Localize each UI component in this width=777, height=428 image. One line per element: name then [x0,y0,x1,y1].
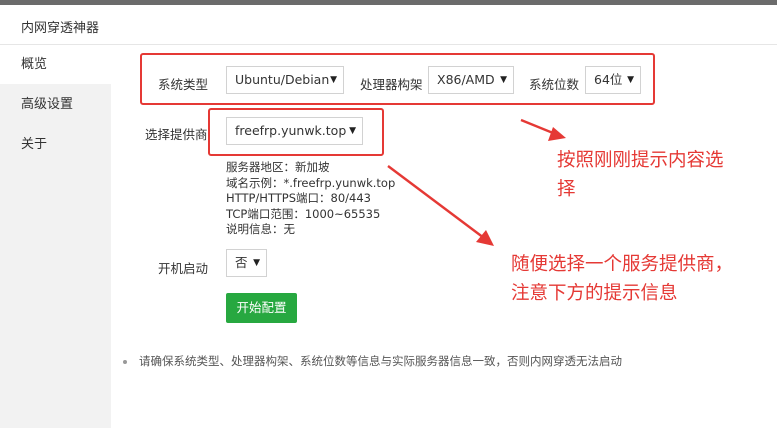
annotation-line: 注意下方的提示信息 [511,283,678,304]
start-config-button[interactable]: 开始配置 [226,293,297,323]
provider-label: 选择提供商 [145,127,208,142]
provider-info-domain: 域名示例：*.freefrp.yunwk.top [226,175,396,190]
sidebar-item-label: 关于 [21,137,48,152]
annotation-line: 随便选择一个服务提供商， [511,254,734,275]
provider-info-http-ports: HTTP/HTTPS端口：80/443 [226,191,371,205]
red-arrow-icon [520,118,566,141]
highlight-box-provider [208,108,384,156]
highlight-box-system [140,53,655,105]
red-arrow-icon [387,165,494,246]
sidebar-item-advanced-settings[interactable]: 高级设置 [0,86,111,124]
title-bar: 内网穿透神器 [0,5,777,45]
autostart-label: 开机启动 [158,261,209,276]
provider-info-region: 服务器地区：新加坡 [226,160,330,174]
autostart-value: 否 [235,255,248,270]
autostart-select[interactable]: 否 ▼ [226,249,267,277]
sidebar-item-overview[interactable]: 概览 [0,46,111,84]
annotation-system-hint: 按照刚刚提示内容选 择 [557,146,724,204]
sidebar-item-label: 高级设置 [21,97,74,112]
caret-down-icon: ▼ [253,258,260,268]
sidebar-item-label: 概览 [21,57,48,72]
sidebar-item-about[interactable]: 关于 [0,126,111,164]
bullet-dot [123,359,127,364]
sidebar: 概览 高级设置 关于 [0,46,111,428]
provider-info-tcp-range: TCP端口范围：1000~65535 [226,206,381,221]
annotation-line: 择 [557,179,576,200]
provider-info: 服务器地区：新加坡 域名示例：*.freefrp.yunwk.top HTTP/… [226,160,395,238]
annotation-line: 按照刚刚提示内容选 [557,150,724,171]
app-title: 内网穿透神器 [21,21,100,36]
warning-note-text: 请确保系统类型、处理器构架、系统位数等信息与实际服务器信息一致，否则内网穿透无法… [139,354,622,368]
annotation-provider-hint: 随便选择一个服务提供商， 注意下方的提示信息 [511,250,733,308]
provider-info-description: 说明信息：无 [226,222,295,236]
warning-note: 请确保系统类型、处理器构架、系统位数等信息与实际服务器信息一致，否则内网穿透无法… [123,353,622,369]
